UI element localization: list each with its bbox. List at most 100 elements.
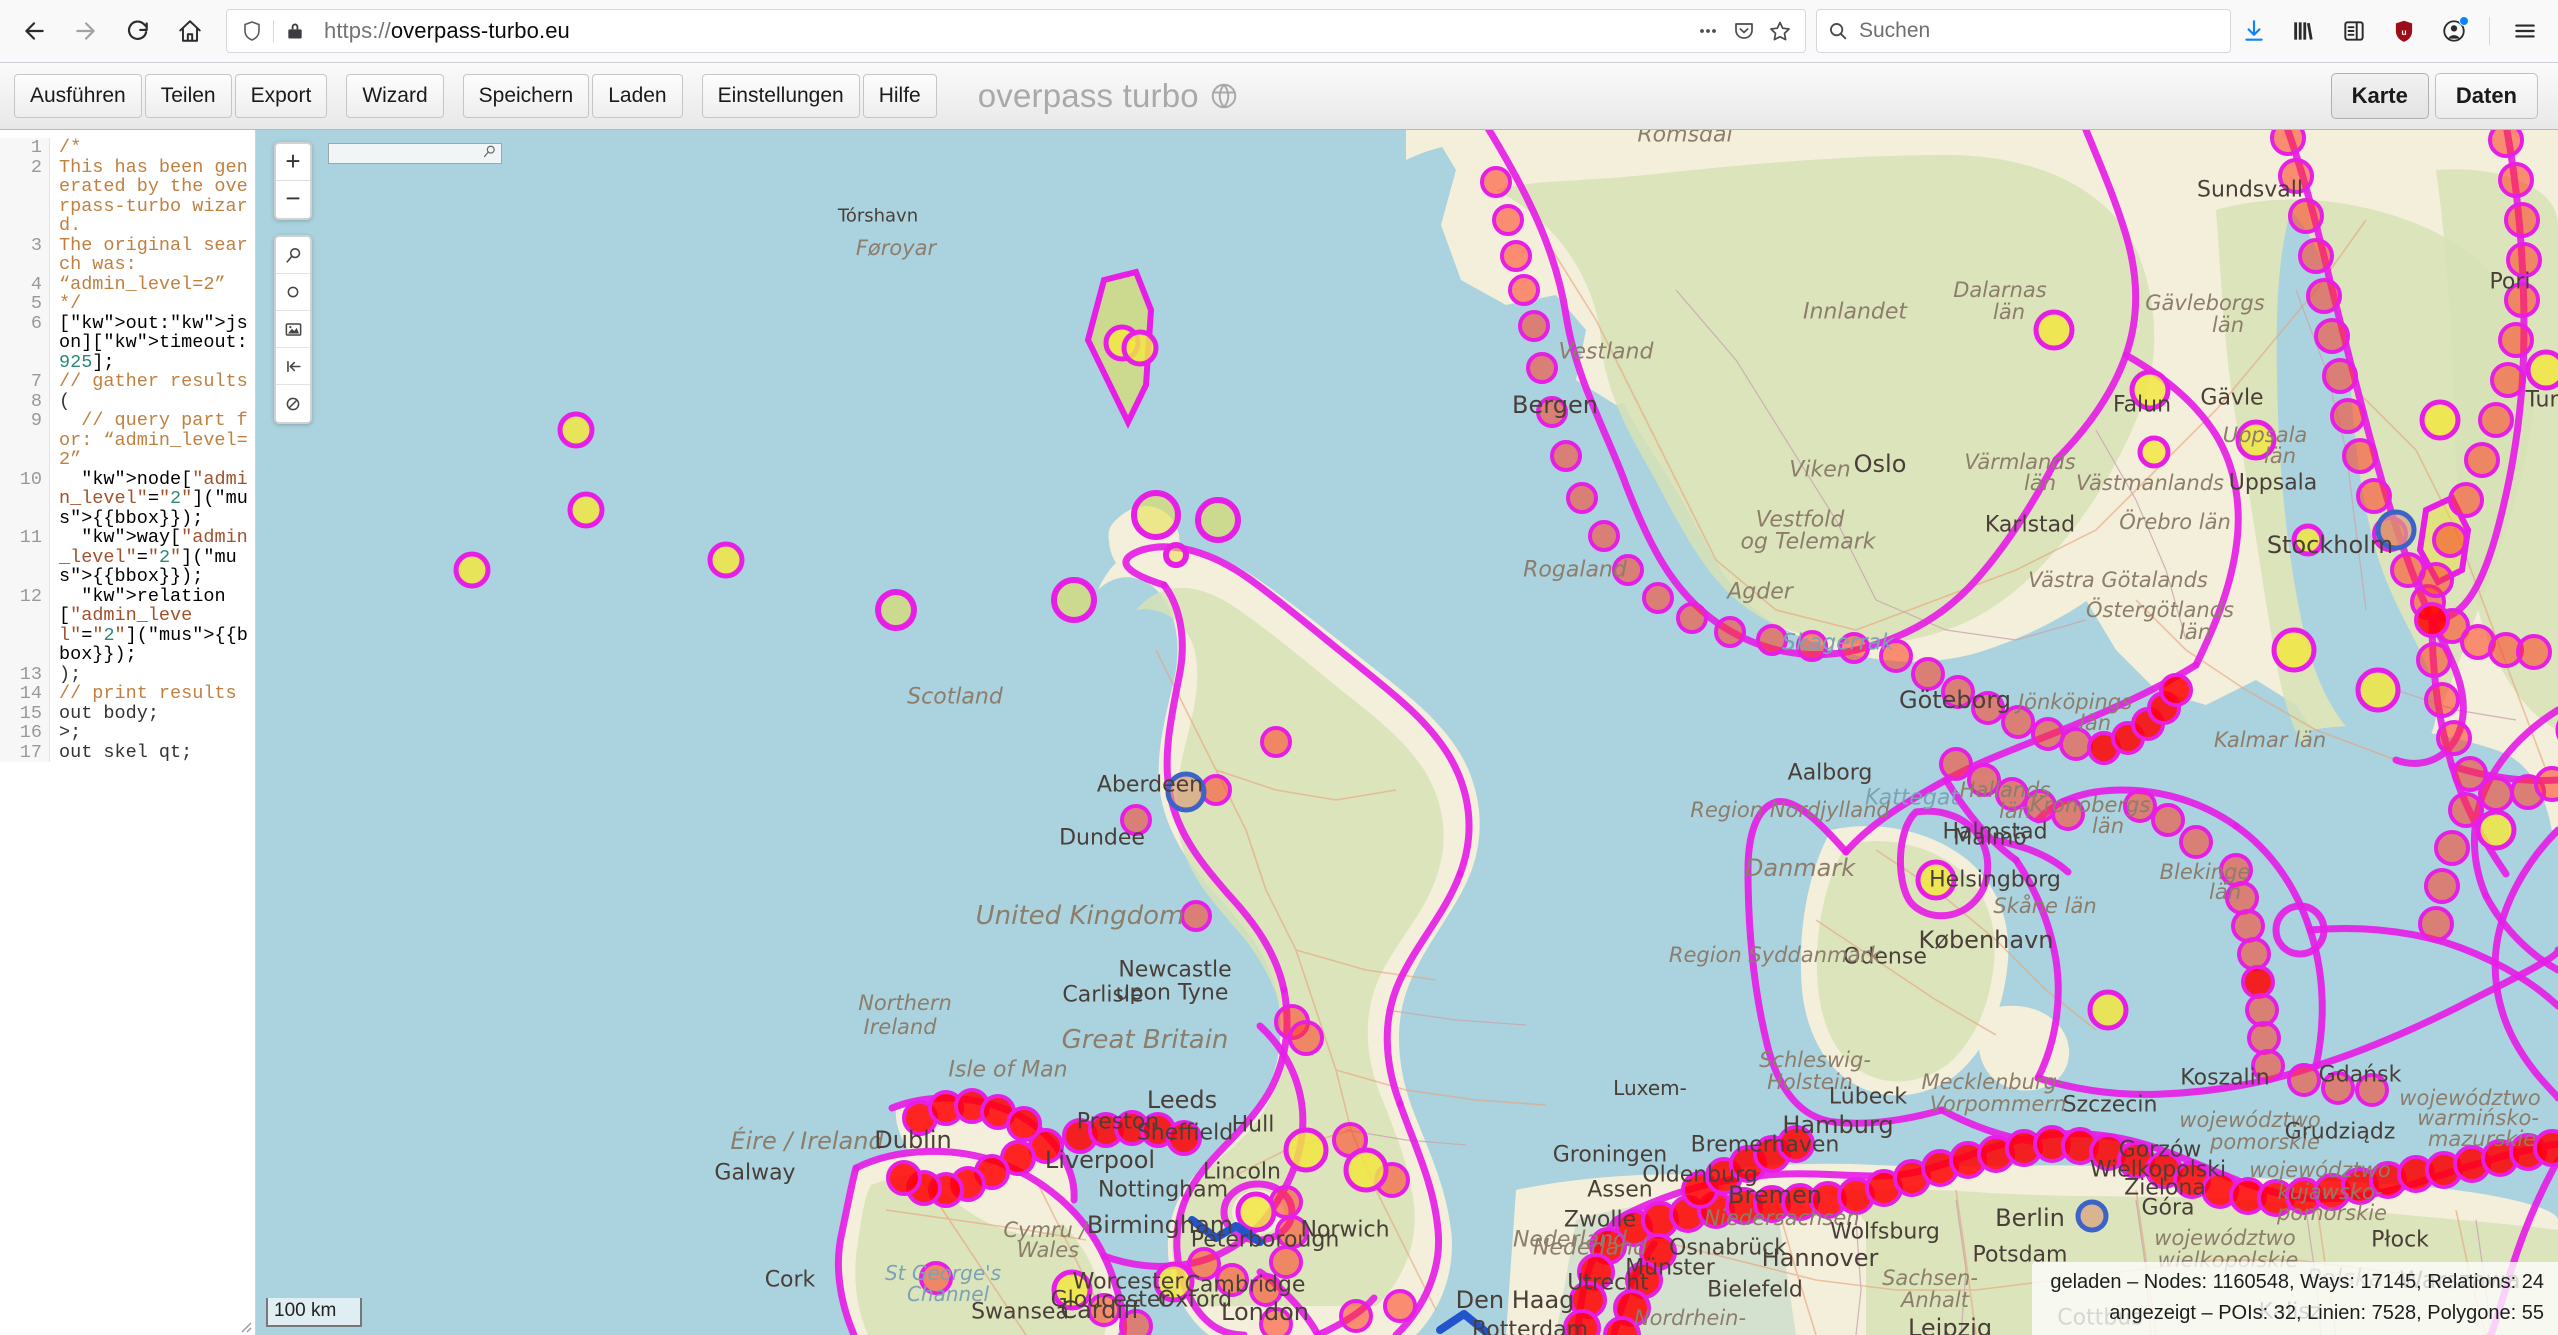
app-menu: Ausführen Teilen Export Wizard Speichern…: [14, 74, 940, 118]
menu-item-export[interactable]: Export: [234, 74, 328, 118]
editor-line-number: 16: [19, 722, 42, 743]
editor-line-number: 3: [30, 234, 42, 256]
editor-line-number: 1: [30, 137, 42, 158]
menu-item-speichern[interactable]: Speichern: [462, 74, 590, 118]
editor-line-number: 14: [19, 683, 42, 704]
map-canvas[interactable]: .land { fill:#f3efda; } .forest { fill:#…: [256, 130, 2558, 1335]
map-tool-controls[interactable]: [274, 235, 312, 424]
map-search-input[interactable]: [329, 144, 501, 163]
menu-item-ausfuehren[interactable]: Ausführen: [14, 74, 142, 118]
editor-line[interactable]: out skel qt;: [59, 742, 255, 763]
url-text[interactable]: https://overpass-turbo.eu: [312, 18, 1691, 44]
editor-line[interactable]: );: [59, 664, 255, 685]
app-title: overpass turbo: [978, 77, 1239, 115]
editor-line[interactable]: (: [59, 391, 255, 412]
circle-icon[interactable]: [276, 274, 310, 311]
svg-text:u: u: [2401, 27, 2406, 37]
account-avatar-icon[interactable]: [2431, 8, 2477, 54]
map-search-box[interactable]: [328, 143, 502, 164]
editor-line-number: 6: [30, 312, 42, 334]
reload-button[interactable]: [114, 7, 162, 55]
editor-line[interactable]: // print results: [59, 684, 255, 704]
no-entry-icon[interactable]: [276, 385, 310, 422]
editor-line[interactable]: >;: [59, 723, 255, 743]
editor-line-number: 2: [30, 156, 42, 178]
editor-resize-handle[interactable]: [236, 1317, 252, 1333]
tracking-protection-icon[interactable]: [235, 14, 269, 48]
urlbar-actions: [1691, 14, 1797, 48]
editor-line[interactable]: “admin_level=2”: [59, 274, 255, 295]
search-placeholder: Suchen: [1859, 19, 1931, 42]
editor-line[interactable]: /*: [59, 138, 255, 158]
browser-search-bar[interactable]: Suchen: [1816, 9, 2231, 53]
back-button[interactable]: [10, 7, 58, 55]
query-editor-pane[interactable]: 1 2 3 4 5 6 7 8 9 10 11 12 13 14 15 16 17 /* This has bee…: [0, 130, 256, 1335]
magnifier-icon[interactable]: [276, 237, 310, 274]
zoom-out-button[interactable]: −: [276, 181, 310, 218]
editor-line[interactable]: This has been generated by the overpass-…: [59, 157, 255, 236]
hamburger-menu-icon[interactable]: [2502, 8, 2548, 54]
page-actions-icon[interactable]: [1691, 14, 1725, 48]
editor-line-number: 11: [19, 527, 42, 548]
scale-bar: 100 km: [266, 1298, 362, 1327]
editor-line[interactable]: // gather results: [59, 372, 255, 392]
browser-toolbar-actions: u: [2231, 8, 2558, 54]
menu-item-teilen[interactable]: Teilen: [144, 74, 232, 118]
image-icon[interactable]: [276, 311, 310, 348]
sidebar-icon[interactable]: [2331, 8, 2377, 54]
editor-line[interactable]: out body;: [59, 703, 255, 724]
editor-line-number: 7: [30, 371, 42, 392]
url-scheme: https://: [324, 18, 391, 43]
editor-line-number: 13: [19, 663, 42, 685]
home-button[interactable]: [166, 7, 214, 55]
editor-line[interactable]: ["kw">out:"kw">json]["kw">timeout:925];: [59, 313, 255, 373]
lock-icon[interactable]: [278, 14, 312, 48]
editor-line[interactable]: The original search was:: [59, 235, 255, 275]
browser-chrome: https://overpass-turbo.eu Suchen u: [0, 0, 2558, 63]
editor-line[interactable]: */: [59, 294, 255, 314]
downloads-icon[interactable]: [2231, 8, 2277, 54]
query-editor[interactable]: 1 2 3 4 5 6 7 8 9 10 11 12 13 14 15 16 17 /* This has bee…: [0, 130, 255, 762]
menu-item-einstellungen[interactable]: Einstellungen: [701, 74, 860, 118]
view-tabs: Karte Daten: [2330, 73, 2544, 119]
editor-line-number: 8: [30, 390, 42, 412]
url-bar[interactable]: https://overpass-turbo.eu: [226, 9, 1806, 53]
app-title-text: overpass turbo: [977, 77, 1199, 114]
editor-gutter: 1 2 3 4 5 6 7 8 9 10 11 12 13 14 15 16 17: [0, 138, 50, 762]
editor-line-number: 12: [19, 585, 42, 607]
urlbar-divider: [273, 20, 274, 42]
toolbar-divider: [2489, 17, 2490, 45]
tab-karte[interactable]: Karte: [2330, 73, 2429, 119]
url-host: overpass-turbo.eu: [390, 18, 570, 43]
bookmark-star-icon[interactable]: [1763, 14, 1797, 48]
shield-extension-icon[interactable]: u: [2381, 8, 2427, 54]
editor-code-area[interactable]: /* This has been generated by the overpas…: [50, 138, 255, 762]
editor-line-number: 10: [19, 468, 42, 490]
forward-button[interactable]: [62, 7, 110, 55]
tab-daten[interactable]: Daten: [2434, 73, 2538, 119]
editor-line-number: 4: [30, 273, 42, 295]
status-bar: geladen – Nodes: 1160548, Ways: 17145, R…: [2032, 1262, 2558, 1335]
editor-line[interactable]: "kw">relation["admin_level"="2"]("mus">{…: [59, 586, 255, 665]
zoom-in-button[interactable]: +: [276, 144, 310, 181]
pocket-icon[interactable]: [1727, 14, 1761, 48]
search-icon: [1830, 23, 1847, 40]
menu-item-hilfe[interactable]: Hilfe: [862, 74, 937, 118]
editor-line[interactable]: "kw">way["admin_level"="2"]("mus">{{bbox…: [59, 528, 255, 587]
editor-line-number: 9: [30, 410, 42, 431]
editor-line-number: 17: [19, 741, 42, 763]
menu-item-wizard[interactable]: Wizard: [346, 74, 444, 118]
zoom-controls[interactable]: + −: [274, 142, 312, 220]
editor-line-number: 15: [19, 702, 42, 724]
status-displayed-line: angezeigt – POIs: 32, Linien: 7528, Poly…: [2109, 1302, 2544, 1324]
editor-line[interactable]: // query part for: “admin_level=2”: [59, 411, 255, 470]
fit-left-icon[interactable]: [276, 348, 310, 385]
map-pane[interactable]: .land { fill:#f3efda; } .forest { fill:#…: [256, 130, 2558, 1335]
navigation-buttons: [0, 7, 214, 55]
editor-line-number: 5: [30, 293, 42, 314]
app-toolbar: Ausführen Teilen Export Wizard Speichern…: [0, 63, 2558, 130]
editor-line[interactable]: "kw">node["admin_level"="2"]("mus">{{bbo…: [59, 469, 255, 529]
account-badge-dot: [2459, 16, 2469, 26]
library-icon[interactable]: [2281, 8, 2327, 54]
menu-item-laden[interactable]: Laden: [592, 74, 683, 118]
